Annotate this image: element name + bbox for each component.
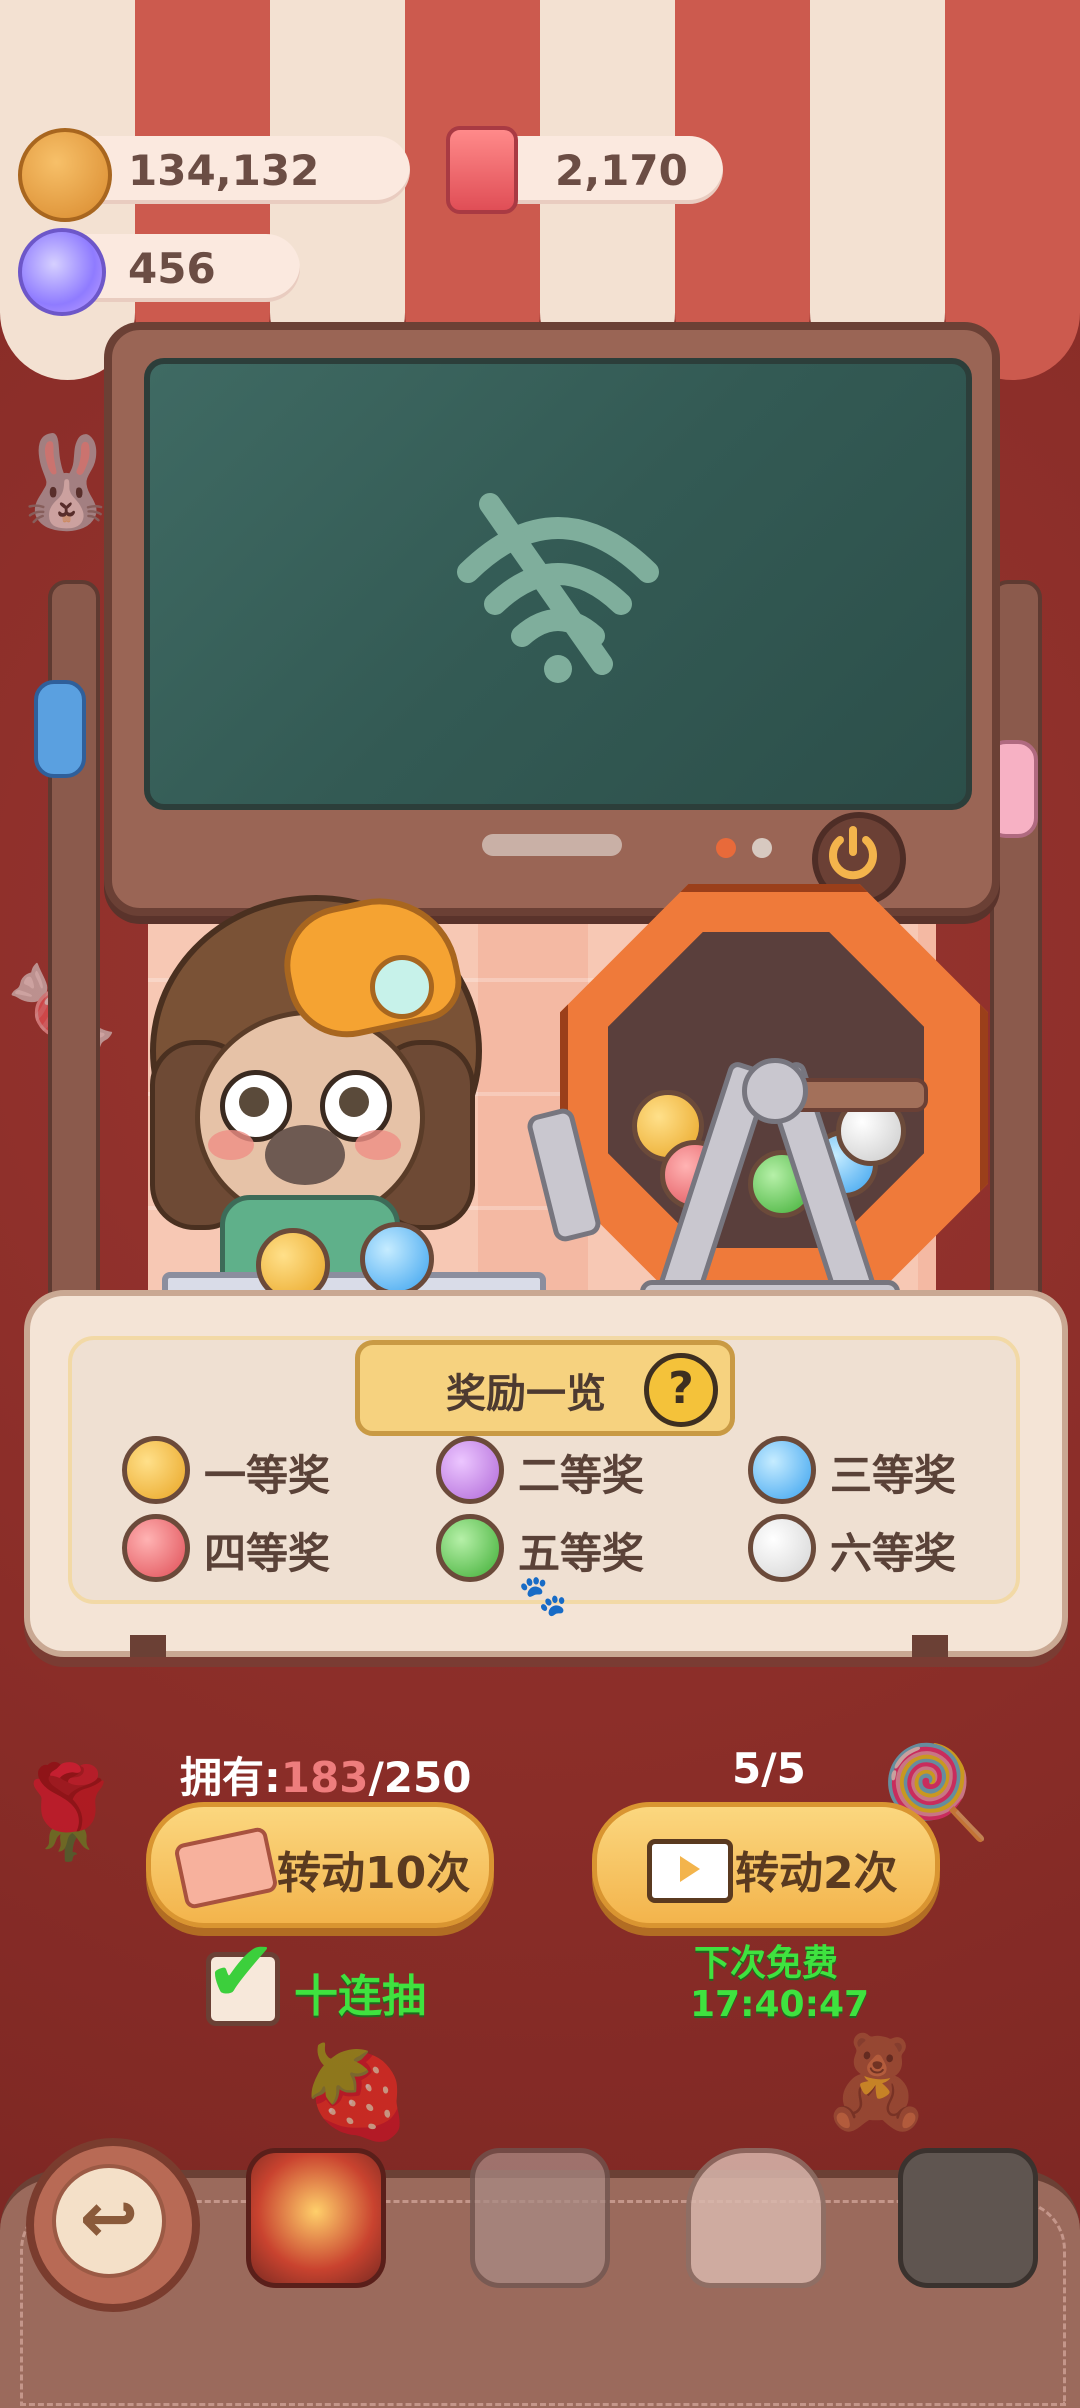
free-spin-counter: 5/5: [732, 1744, 806, 1793]
owned-prefix: 拥有:: [180, 1753, 281, 1802]
cookie-coin-icon: [18, 128, 112, 222]
prize-3-ball: [748, 1436, 816, 1504]
ten-draw-label[interactable]: 十连抽: [294, 1960, 426, 2024]
prize-1-ball: [122, 1436, 190, 1504]
nav-lottery-stall[interactable]: [246, 2148, 386, 2288]
counter-leg-left: [130, 1635, 166, 1657]
checkmark-icon: ✔: [205, 1922, 278, 2022]
character-cheek-right: [355, 1130, 401, 1160]
paw-icon: 🐾: [518, 1573, 568, 1619]
candles-value: 2,170: [555, 146, 688, 195]
ten-draw-checkbox[interactable]: ✔: [205, 1929, 280, 2026]
tv-display: [104, 322, 1000, 916]
candy-icon: [18, 228, 106, 316]
nav-mushroom-house[interactable]: [686, 2148, 826, 2288]
candle-icon: [446, 126, 518, 214]
prize-2-label: 二等奖: [518, 1451, 645, 1500]
rewards-header-ribbon: 奖励一览 ?: [355, 1340, 735, 1436]
video-ad-icon: [647, 1839, 733, 1903]
owned-current: 183: [280, 1753, 369, 1802]
help-icon[interactable]: ?: [644, 1353, 718, 1427]
prize-4-label: 四等奖: [204, 1529, 331, 1578]
spin-10-button[interactable]: 转动10次: [146, 1802, 494, 1928]
power-icon: [829, 826, 877, 880]
counter-leg-right: [912, 1635, 948, 1657]
prize-3-label: 三等奖: [830, 1451, 957, 1500]
nav-machine[interactable]: [898, 2148, 1038, 2288]
next-free-timer: 17:40:47: [690, 1984, 870, 2025]
tv-led-gray: [752, 838, 772, 858]
back-button[interactable]: ↩: [26, 2138, 200, 2312]
character-nose: [265, 1125, 345, 1185]
owned-total: /250: [368, 1753, 472, 1802]
next-free-label: 下次免费: [694, 1943, 839, 1984]
prize-6-ball: [748, 1514, 816, 1582]
tv-led-orange: [716, 838, 736, 858]
character-cheek-left: [208, 1130, 254, 1160]
coins-value: 134,132: [128, 146, 320, 195]
spin-2-button[interactable]: 转动2次: [592, 1802, 940, 1928]
prize-6-label: 六等奖: [830, 1529, 957, 1578]
owned-count: 拥有:183/250: [180, 1744, 471, 1805]
no-wifi-icon: [457, 493, 659, 683]
prize-2-ball: [436, 1436, 504, 1504]
tv-slot: [482, 834, 622, 856]
prize-1-label: 一等奖: [204, 1451, 331, 1500]
hanging-cloth-blue: [34, 680, 86, 778]
candy-value: 456: [128, 244, 216, 293]
spin-10-label: 转动10次: [277, 1848, 471, 1899]
drum-hub: [742, 1058, 808, 1124]
wall-doodle: 🧸: [820, 2030, 933, 2135]
back-arrow-icon: ↩: [52, 2164, 166, 2278]
ticket-icon: [173, 1825, 279, 1911]
prize-5-ball: [436, 1514, 504, 1582]
wall-doodle: 🌹: [12, 1760, 125, 1865]
spin-2-label: 转动2次: [735, 1848, 898, 1899]
nav-bunny-shop[interactable]: [470, 2148, 610, 2288]
tv-screen: [144, 358, 972, 810]
helmet-lamp: [370, 955, 434, 1019]
prize-4-ball: [122, 1514, 190, 1582]
blue-ball: [360, 1222, 434, 1296]
wall-doodle: 🍓: [300, 2040, 413, 2145]
rewards-header: 奖励一览: [446, 1371, 606, 1417]
